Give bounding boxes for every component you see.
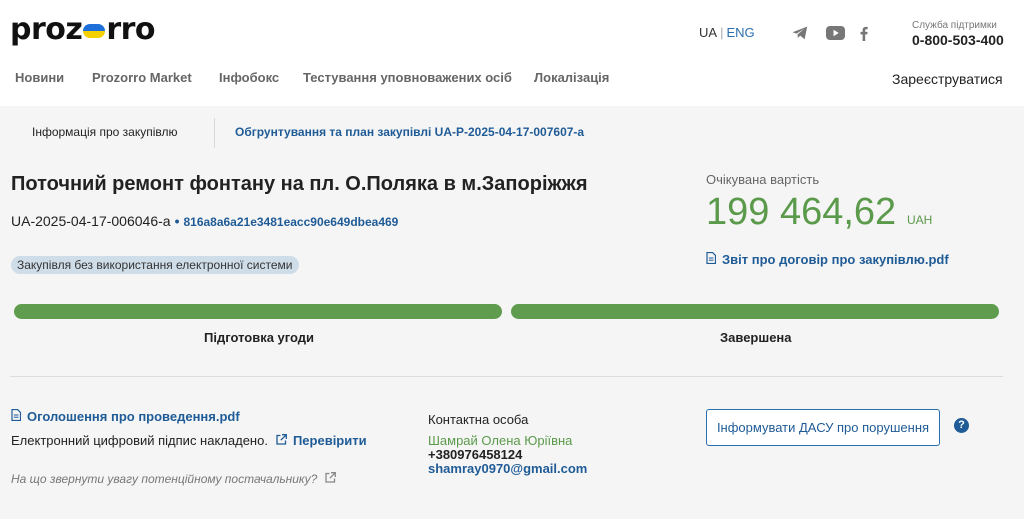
id-separator: •	[174, 213, 180, 229]
telegram-icon[interactable]	[790, 24, 810, 42]
tab-procurement-plan[interactable]: Обгрунтування та план закупівлі UA-P-202…	[235, 125, 584, 139]
tender-title: Поточний ремонт фонтану на пл. О.Поляка …	[11, 173, 588, 195]
document-icon	[706, 251, 717, 267]
expected-value-label: Очікувана вартість	[706, 172, 820, 187]
supplier-hint-label: На що звернути увагу потенційному постач…	[11, 472, 318, 486]
facebook-icon[interactable]	[858, 24, 870, 42]
support-phone[interactable]: 0-800-503-400	[912, 32, 1004, 48]
document-icon	[11, 408, 22, 424]
verify-link[interactable]: Перевірити	[272, 433, 367, 448]
supplier-hint-link[interactable]: На що звернути увагу потенційному постач…	[11, 472, 342, 486]
ukraine-flag-icon	[83, 24, 106, 38]
register-link[interactable]: Зареєструватися	[892, 71, 1003, 87]
logo-text-left: proz	[10, 12, 83, 47]
help-icon[interactable]: ?	[954, 418, 969, 433]
progress-bar-completed	[511, 304, 999, 319]
contact-label: Контактна особа	[428, 412, 529, 427]
contact-name: Шамрай Олена Юріївна	[428, 433, 573, 448]
currency: UAH	[907, 213, 933, 227]
nav-news[interactable]: Новини	[15, 70, 64, 86]
announcement-link[interactable]: Оголошення про проведення.pdf	[11, 408, 240, 424]
signature-row: Електронний цифровий підпис накладено. П…	[11, 433, 367, 448]
tender-id: UA-2025-04-17-006046-a	[11, 213, 171, 229]
tab-procurement-info[interactable]: Інформація про закупівлю	[32, 125, 177, 139]
lang-ua[interactable]: UA	[699, 25, 717, 40]
lang-eng[interactable]: ENG	[726, 25, 754, 40]
nav-localization[interactable]: Локалізація	[534, 70, 609, 86]
verify-label: Перевірити	[292, 433, 367, 448]
expected-value: 199 464,62	[706, 191, 897, 233]
site-header: proz rro UA | ENG Служба підтримки 0-800-5…	[0, 0, 1024, 106]
stage-preparation: Підготовка угоди	[204, 330, 315, 345]
progress-bar-preparation	[14, 304, 502, 319]
prozorro-logo[interactable]: proz rro	[10, 12, 156, 48]
section-divider	[10, 376, 1003, 377]
report-violation-button[interactable]: Інформувати ДАСУ про порушення	[706, 409, 940, 446]
tab-divider	[214, 118, 215, 148]
logo-text-right: rro	[106, 12, 156, 47]
contract-report-label: Звіт про договір про закупівлю.pdf	[722, 252, 949, 267]
contact-email[interactable]: shamray0970@gmail.com	[428, 461, 587, 476]
tender-hash[interactable]: 816a8a6a21e3481eacc90e649dbea469	[183, 215, 398, 229]
lang-separator: |	[720, 25, 724, 40]
tender-ids: UA-2025-04-17-006046-a • 816a8a6a21e3481ea…	[11, 213, 398, 229]
nav-infobox[interactable]: Інфобокс	[219, 70, 279, 86]
youtube-icon[interactable]	[824, 24, 846, 42]
nav-prozorro-market[interactable]: Prozorro Market	[92, 70, 192, 86]
contract-report-link[interactable]: Звіт про договір про закупівлю.pdf	[706, 251, 949, 267]
contact-phone[interactable]: +380976458124	[428, 447, 522, 462]
announcement-label: Оголошення про проведення.pdf	[27, 409, 240, 424]
external-link-icon	[276, 433, 287, 448]
support-label: Служба підтримки	[912, 20, 997, 31]
language-switcher: UA | ENG	[699, 26, 755, 40]
status-badge: Закупівля без використання електронної с…	[11, 256, 299, 274]
nav-testing[interactable]: Тестування уповноважених осіб	[303, 70, 512, 86]
signature-text: Електронний цифровий підпис накладено.	[11, 433, 268, 448]
external-link-icon	[325, 472, 337, 486]
stage-completed: Завершена	[720, 330, 792, 345]
